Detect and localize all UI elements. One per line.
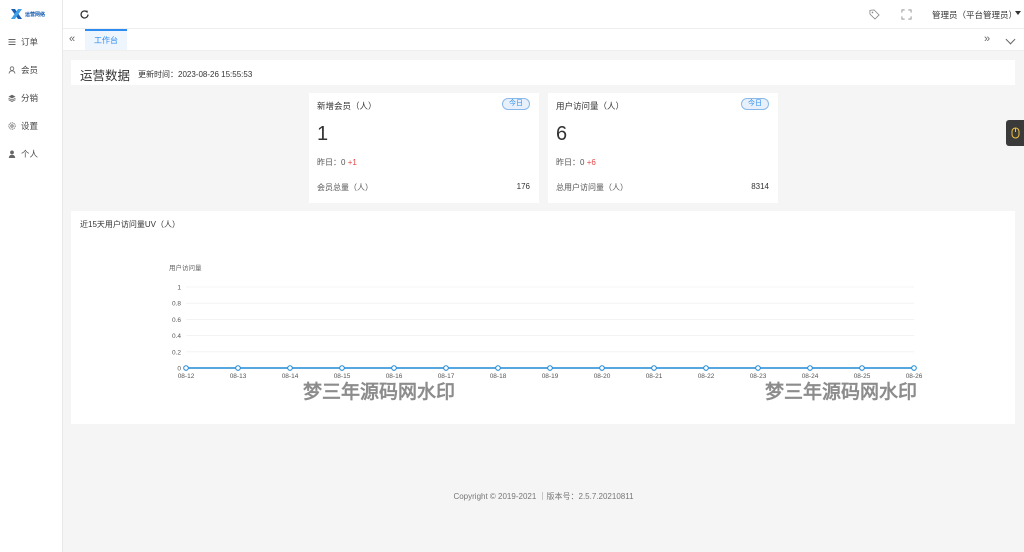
- card-value: 6: [556, 123, 568, 145]
- fullscreen-icon[interactable]: [901, 9, 912, 20]
- uv-chart-panel: 近15天用户访问量UV（人） 用户访问量 0 0.2 0.4 0.6 0.8 1 08-1…: [71, 211, 1015, 424]
- yesterday-value: 0: [341, 158, 346, 167]
- x-tick-label: 08-16: [386, 373, 403, 380]
- yesterday-label: 昨日：: [317, 158, 341, 167]
- x-tick-label: 08-25: [854, 373, 871, 380]
- sidebar-item-personal[interactable]: 个人: [0, 140, 62, 168]
- top-bar: 管理员（平台管理员）: [63, 0, 1024, 29]
- scroll-left-icon[interactable]: «: [69, 33, 75, 45]
- x-tick-label: 08-22: [698, 373, 715, 380]
- data-point: [859, 365, 865, 371]
- yesterday-row: 昨日：0 +1: [317, 157, 357, 168]
- x-tick-label: 08-23: [750, 373, 767, 380]
- sidebar-item-settings[interactable]: 设置: [0, 112, 62, 140]
- y-tick-label: 0.8: [172, 301, 181, 308]
- data-point: [703, 365, 709, 371]
- y-axis-label: 用户访问量: [169, 263, 202, 272]
- y-tick-label: 1: [177, 285, 181, 292]
- sidebar-item-label: 订单: [21, 37, 39, 47]
- new-members-card: 新增会员（人） 今日 1 昨日：0 +1 会员总量（人） 176: [309, 93, 539, 203]
- data-point: [183, 365, 189, 371]
- sidebar-item-members[interactable]: 会员: [0, 56, 62, 84]
- data-point: [443, 365, 449, 371]
- sidebar-item-label: 分销: [21, 93, 39, 103]
- x-tick-label: 08-18: [490, 373, 507, 380]
- uv-line-chart: 用户访问量 0 0.2 0.4 0.6 0.8 1 08-12 08-13 08-14 08-1…: [169, 263, 923, 403]
- x-tick-label: 08-13: [230, 373, 247, 380]
- floating-side-tab[interactable]: [1006, 120, 1024, 146]
- watermark-right: 梦三年源码网水印: [765, 380, 917, 403]
- tag-icon[interactable]: [869, 9, 880, 20]
- data-point: [495, 365, 501, 371]
- gear-icon: [8, 122, 16, 130]
- x-tick-label: 08-17: [438, 373, 455, 380]
- data-point: [755, 365, 761, 371]
- page-title: 运营数据: [80, 69, 131, 83]
- logo-text: 运营网络: [25, 11, 46, 18]
- sidebar-item-label: 设置: [21, 121, 39, 131]
- layers-icon: [8, 94, 16, 102]
- data-point: [599, 365, 605, 371]
- data-point: [339, 365, 345, 371]
- data-point: [651, 365, 657, 371]
- today-badge: 今日: [502, 98, 530, 110]
- yesterday-label: 昨日：: [556, 158, 580, 167]
- data-point: [547, 365, 553, 371]
- mouse-icon: [1011, 127, 1019, 139]
- footer-copyright: Copyright © 2019-2021 ｜版本号：2.5.7.2021081…: [453, 492, 634, 501]
- x-tick-label: 08-15: [334, 373, 351, 380]
- list-icon: [8, 38, 16, 46]
- caret-down-icon[interactable]: [1015, 11, 1021, 15]
- tab-bar: « 工作台 »: [63, 29, 1024, 51]
- scroll-right-icon[interactable]: »: [984, 33, 990, 45]
- sidebar-item-orders[interactable]: 订单: [0, 28, 62, 56]
- logo[interactable]: 运营网络: [0, 0, 62, 28]
- logo-icon: [11, 9, 22, 19]
- total-label: 总用户访问量（人）: [556, 183, 628, 192]
- yesterday-row: 昨日：0 +6: [556, 157, 596, 168]
- person-icon: [8, 150, 16, 158]
- delta-value: +1: [347, 158, 357, 167]
- x-tick-label: 08-20: [594, 373, 611, 380]
- x-tick-label: 08-14: [282, 373, 299, 380]
- y-tick-label: 0: [177, 366, 181, 373]
- overview-header: 运营数据 更新时间：2023-08-26 15:55:53: [71, 60, 1015, 85]
- sidebar-item-distribution[interactable]: 分销: [0, 84, 62, 112]
- x-tick-label: 08-24: [802, 373, 819, 380]
- x-tick-label: 08-21: [646, 373, 663, 380]
- watermark-left: 梦三年源码网水印: [303, 380, 455, 403]
- user-menu[interactable]: 管理员（平台管理员）: [932, 9, 1017, 21]
- update-time: 更新时间：2023-08-26 15:55:53: [138, 70, 253, 79]
- tab-workbench[interactable]: 工作台: [85, 29, 127, 50]
- data-point: [287, 365, 293, 371]
- chevron-down-icon[interactable]: [1005, 34, 1016, 45]
- x-tick-label: 08-26: [906, 373, 923, 380]
- card-title: 用户访问量（人）: [556, 101, 625, 111]
- total-value: 176: [516, 182, 530, 191]
- user-visits-card: 用户访问量（人） 今日 6 昨日：0 +6 总用户访问量（人） 8314: [548, 93, 778, 203]
- refresh-icon[interactable]: [79, 9, 90, 20]
- sidebar-item-label: 会员: [21, 65, 39, 75]
- delta-value: +6: [586, 158, 596, 167]
- data-point: [911, 365, 917, 371]
- user-icon: [8, 66, 16, 74]
- total-label: 会员总量（人）: [317, 183, 373, 192]
- data-point: [235, 365, 241, 371]
- total-value: 8314: [751, 182, 769, 191]
- y-tick-label: 0.6: [172, 317, 181, 324]
- today-badge: 今日: [741, 98, 769, 110]
- data-point: [391, 365, 397, 371]
- x-tick-label: 08-19: [542, 373, 559, 380]
- sidebar: 运营网络 订单 会员 分销 设置 个人: [0, 0, 63, 552]
- card-value: 1: [317, 123, 329, 145]
- y-tick-label: 0.4: [172, 333, 181, 340]
- card-title: 新增会员（人）: [317, 101, 377, 111]
- x-tick-label: 08-12: [178, 373, 195, 380]
- sidebar-item-label: 个人: [21, 149, 39, 159]
- yesterday-value: 0: [580, 158, 585, 167]
- y-tick-label: 0.2: [172, 349, 181, 356]
- data-point: [807, 365, 813, 371]
